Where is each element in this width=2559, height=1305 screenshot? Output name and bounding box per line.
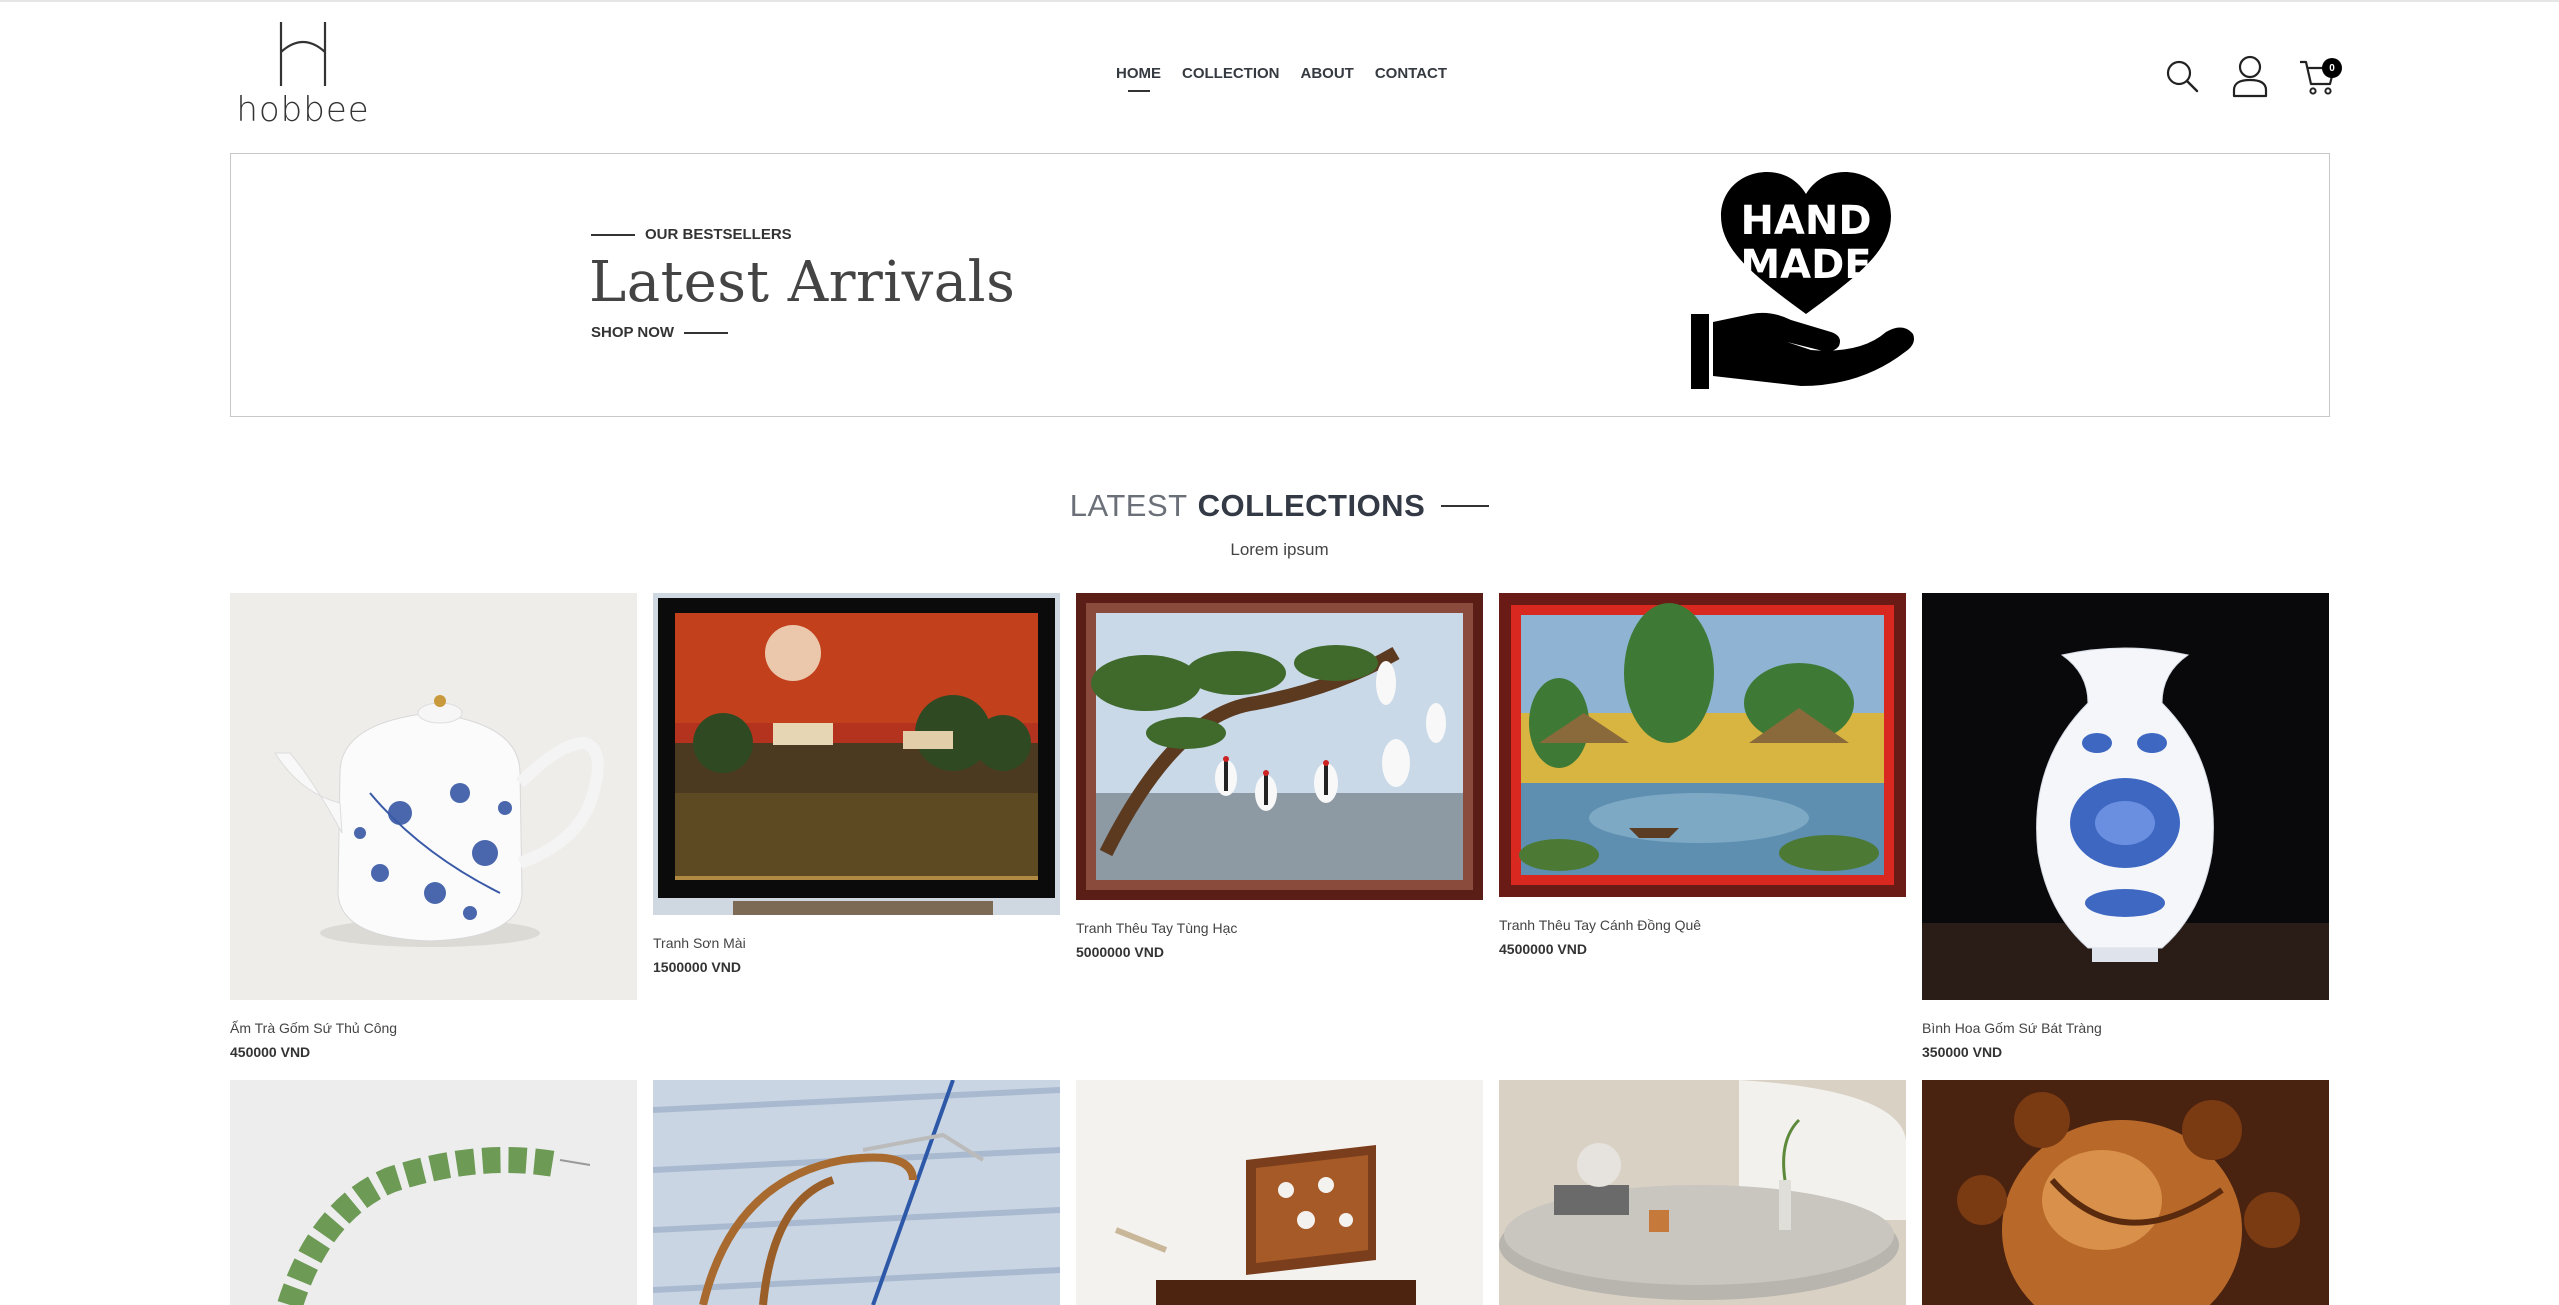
product-price: 350000 VND	[1922, 1044, 2003, 1060]
product-image[interactable]	[1076, 1080, 1483, 1305]
nav-contact[interactable]: CONTACT	[1375, 62, 1447, 92]
eyebrow-line	[591, 233, 635, 236]
collections-title-light: LATEST	[1069, 488, 1188, 523]
product-price: 1500000 VND	[653, 959, 741, 975]
top-divider	[0, 0, 2559, 2]
lacquer-painting-image	[653, 593, 1060, 915]
product-image[interactable]	[1499, 1080, 1906, 1305]
svg-text:HAND: HAND	[1740, 198, 1871, 244]
header-actions: 0	[2162, 54, 2342, 98]
product-image[interactable]	[653, 1080, 1060, 1305]
shop-now-line	[684, 331, 729, 334]
collections-title-bold: COLLECTIONS	[1197, 488, 1426, 523]
product-card[interactable]	[1076, 1080, 1483, 1305]
product-card[interactable]	[230, 1080, 637, 1305]
tea-table-image	[1499, 1080, 1906, 1305]
user-icon	[2232, 55, 2268, 98]
green-necklace-image	[277, 1147, 591, 1305]
product-name[interactable]: Ấm Trà Gốm Sứ Thủ Công	[230, 1020, 637, 1036]
product-card[interactable]: Ấm Trà Gốm Sứ Thủ Công 450000 VND	[230, 593, 637, 1060]
nav-home[interactable]: HOME	[1116, 62, 1161, 92]
logo[interactable]: hobbee	[233, 22, 373, 132]
product-image[interactable]	[1922, 1080, 2329, 1305]
hero-title: Latest Arrivals	[589, 250, 1016, 315]
wood-carving-image	[1922, 1080, 2329, 1305]
handmade-heart-hand-icon: HAND MADE	[1691, 172, 1914, 389]
product-price: 5000000 VND	[1076, 944, 1164, 960]
nav-about[interactable]: ABOUT	[1301, 62, 1354, 92]
hero-banner: OUR BESTSELLERS Latest Arrivals SHOP NOW…	[230, 153, 2330, 417]
leather-bracelet-image	[653, 1080, 1060, 1305]
countryside-embroidery-image	[1499, 593, 1906, 897]
logo-mark-icon	[279, 22, 327, 86]
product-card[interactable]: Tranh Thêu Tay Tùng Hạc 5000000 VND	[1076, 593, 1483, 960]
main-nav: HOME COLLECTION ABOUT CONTACT	[1116, 62, 1447, 92]
svg-text:MADE: MADE	[1740, 242, 1871, 288]
product-image[interactable]	[1499, 593, 1906, 897]
account-button[interactable]	[2230, 54, 2270, 98]
collections-title: LATEST COLLECTIONS	[0, 488, 2559, 524]
product-image[interactable]	[653, 593, 1060, 915]
product-image[interactable]	[1076, 593, 1483, 900]
hero-eyebrow: OUR BESTSELLERS	[591, 226, 792, 243]
product-name[interactable]: Tranh Thêu Tay Tùng Hạc	[1076, 920, 1483, 936]
product-image[interactable]	[1922, 593, 2329, 1000]
product-card[interactable]: Tranh Thêu Tay Cánh Đồng Quê 4500000 VND	[1499, 593, 1906, 957]
product-name[interactable]: Tranh Thêu Tay Cánh Đồng Quê	[1499, 917, 1906, 933]
product-name[interactable]: Bình Hoa Gốm Sứ Bát Tràng	[1922, 1020, 2329, 1036]
product-card[interactable]	[1499, 1080, 1906, 1305]
product-image[interactable]	[230, 593, 637, 1000]
vase-image	[1922, 593, 2329, 1000]
teapot-image	[274, 695, 604, 947]
collections-subtitle: Lorem ipsum	[1230, 540, 1329, 559]
hero-eyebrow-text: OUR BESTSELLERS	[645, 226, 792, 243]
product-card[interactable]: Tranh Sơn Mài 1500000 VND	[653, 593, 1060, 975]
brand-name: hobbee	[236, 90, 370, 130]
crane-embroidery-image	[1076, 593, 1483, 900]
cart-button[interactable]: 0	[2298, 54, 2342, 98]
product-card[interactable]: Bình Hoa Gốm Sứ Bát Tràng 350000 VND	[1922, 593, 2329, 1060]
wooden-box-image	[1114, 1145, 1416, 1305]
search-button[interactable]	[2162, 54, 2202, 98]
product-card[interactable]	[1922, 1080, 2329, 1305]
product-image[interactable]	[230, 1080, 637, 1305]
product-name[interactable]: Tranh Sơn Mài	[653, 935, 1060, 951]
search-icon	[2166, 60, 2199, 93]
product-price: 450000 VND	[230, 1044, 311, 1060]
product-price: 4500000 VND	[1499, 941, 1587, 957]
product-card[interactable]	[653, 1080, 1060, 1305]
title-line	[1441, 505, 1490, 507]
shop-now-link[interactable]: SHOP NOW	[591, 324, 729, 341]
shop-now-label: SHOP NOW	[591, 324, 675, 341]
cart-count-badge: 0	[2322, 58, 2342, 78]
nav-collection[interactable]: COLLECTION	[1182, 62, 1280, 92]
